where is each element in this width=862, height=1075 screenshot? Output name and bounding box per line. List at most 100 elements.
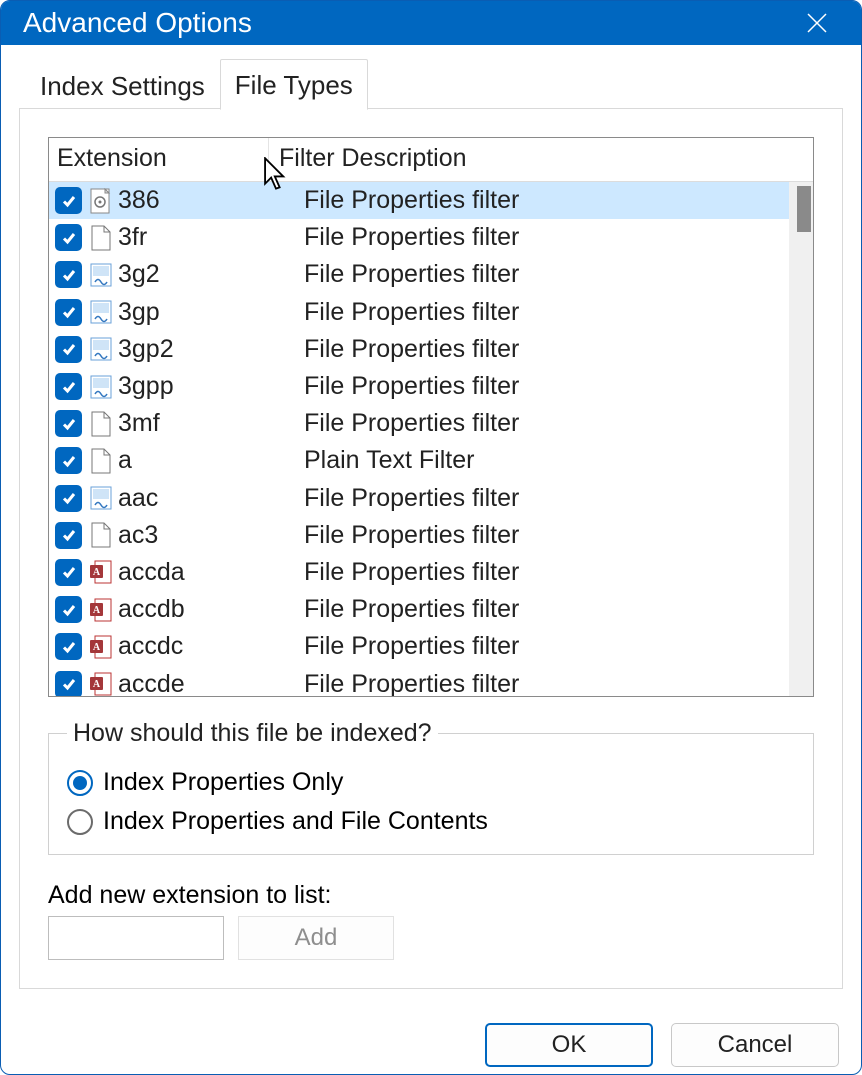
row-checkbox[interactable] bbox=[55, 447, 82, 474]
row-checkbox[interactable] bbox=[55, 187, 82, 214]
extension-cell: aac bbox=[118, 484, 294, 513]
svg-text:A: A bbox=[93, 642, 101, 653]
tab-strip: Index Settings File Types bbox=[25, 59, 843, 110]
table-row[interactable]: aPlain Text Filter bbox=[49, 442, 813, 479]
extension-cell: 3gpp bbox=[118, 372, 294, 401]
filter-cell: File Properties filter bbox=[294, 335, 813, 364]
table-row[interactable]: AaccdcFile Properties filter bbox=[49, 628, 813, 665]
table-row[interactable]: 3gpFile Properties filter bbox=[49, 294, 813, 331]
row-checkbox[interactable] bbox=[55, 336, 82, 363]
dialog-window: Advanced Options Index Settings File Typ… bbox=[0, 0, 862, 1075]
row-checkbox[interactable] bbox=[55, 559, 82, 586]
tab-file-types[interactable]: File Types bbox=[220, 59, 368, 110]
close-button[interactable] bbox=[795, 1, 839, 45]
filter-cell: File Properties filter bbox=[294, 521, 813, 550]
filter-cell: File Properties filter bbox=[294, 558, 813, 587]
add-extension-label: Add new extension to list: bbox=[48, 881, 814, 910]
table-row[interactable]: AaccdbFile Properties filter bbox=[49, 591, 813, 628]
extension-cell: 3g2 bbox=[118, 260, 294, 289]
extension-cell: accda bbox=[118, 558, 294, 587]
table-row[interactable]: 386File Properties filter bbox=[49, 182, 813, 219]
row-checkbox[interactable] bbox=[55, 299, 82, 326]
extension-cell: 3gp bbox=[118, 298, 294, 327]
table-row[interactable]: ac3File Properties filter bbox=[49, 517, 813, 554]
dialog-button-row: OK Cancel bbox=[1, 1007, 861, 1075]
filter-cell: File Properties filter bbox=[294, 409, 813, 438]
titlebar: Advanced Options bbox=[1, 1, 861, 45]
row-checkbox[interactable] bbox=[55, 633, 82, 660]
add-button[interactable]: Add bbox=[238, 916, 394, 960]
row-checkbox[interactable] bbox=[55, 261, 82, 288]
table-row[interactable]: AaccdaFile Properties filter bbox=[49, 554, 813, 591]
table-row[interactable]: 3g2File Properties filter bbox=[49, 256, 813, 293]
filter-cell: File Properties filter bbox=[294, 186, 813, 215]
extension-cell: ac3 bbox=[118, 521, 294, 550]
radio-index-properties-and-contents[interactable]: Index Properties and File Contents bbox=[67, 807, 795, 836]
column-header-filter[interactable]: Filter Description bbox=[269, 138, 813, 181]
extension-cell: accdc bbox=[118, 632, 294, 661]
table-row[interactable]: 3gppFile Properties filter bbox=[49, 368, 813, 405]
filter-cell: Plain Text Filter bbox=[294, 446, 813, 475]
media-file-icon bbox=[88, 260, 114, 290]
media-file-icon bbox=[88, 297, 114, 327]
row-checkbox[interactable] bbox=[55, 373, 82, 400]
cancel-button[interactable]: Cancel bbox=[671, 1023, 839, 1067]
filter-cell: File Properties filter bbox=[294, 484, 813, 513]
filter-cell: File Properties filter bbox=[294, 670, 813, 696]
gear-file-icon bbox=[88, 186, 114, 216]
table-row[interactable]: 3frFile Properties filter bbox=[49, 219, 813, 256]
filter-cell: File Properties filter bbox=[294, 223, 813, 252]
filter-cell: File Properties filter bbox=[294, 298, 813, 327]
extension-cell: 3mf bbox=[118, 409, 294, 438]
extension-cell: 3fr bbox=[118, 223, 294, 252]
scrollbar-track[interactable] bbox=[789, 182, 813, 696]
ok-button[interactable]: OK bbox=[485, 1023, 653, 1067]
blank-file-icon bbox=[88, 520, 114, 550]
row-checkbox[interactable] bbox=[55, 410, 82, 437]
tab-panel-file-types: Extension Filter Description 386File Pro… bbox=[19, 108, 843, 989]
row-checkbox[interactable] bbox=[55, 522, 82, 549]
blank-file-icon bbox=[88, 223, 114, 253]
list-header: Extension Filter Description bbox=[49, 138, 813, 182]
row-checkbox[interactable] bbox=[55, 224, 82, 251]
radio-index-properties-only[interactable]: Index Properties Only bbox=[67, 768, 795, 797]
access-file-icon: A bbox=[88, 557, 114, 587]
table-row[interactable]: aacFile Properties filter bbox=[49, 480, 813, 517]
window-title: Advanced Options bbox=[23, 7, 252, 39]
radio-icon bbox=[67, 770, 93, 796]
access-file-icon: A bbox=[88, 632, 114, 662]
svg-text:A: A bbox=[93, 567, 101, 578]
scrollbar-thumb[interactable] bbox=[797, 186, 811, 232]
extension-cell: a bbox=[118, 446, 294, 475]
filter-cell: File Properties filter bbox=[294, 595, 813, 624]
media-file-icon bbox=[88, 483, 114, 513]
filter-cell: File Properties filter bbox=[294, 632, 813, 661]
table-row[interactable]: AaccdeFile Properties filter bbox=[49, 665, 813, 696]
table-row[interactable]: 3gp2File Properties filter bbox=[49, 331, 813, 368]
add-extension-input[interactable] bbox=[48, 916, 224, 960]
media-file-icon bbox=[88, 372, 114, 402]
add-extension-row: Add bbox=[48, 916, 814, 960]
radio-icon bbox=[67, 809, 93, 835]
row-checkbox[interactable] bbox=[55, 671, 82, 696]
table-row[interactable]: 3mfFile Properties filter bbox=[49, 405, 813, 442]
row-checkbox[interactable] bbox=[55, 485, 82, 512]
row-checkbox[interactable] bbox=[55, 596, 82, 623]
column-header-extension[interactable]: Extension bbox=[49, 138, 269, 181]
svg-text:A: A bbox=[93, 605, 101, 616]
extension-cell: accdb bbox=[118, 595, 294, 624]
list-body: 386File Properties filter3frFile Propert… bbox=[49, 182, 813, 696]
content-area: Index Settings File Types Extension Filt… bbox=[1, 45, 861, 1007]
filter-cell: File Properties filter bbox=[294, 260, 813, 289]
tab-index-settings[interactable]: Index Settings bbox=[25, 60, 220, 110]
blank-file-icon bbox=[88, 446, 114, 476]
extension-cell: 3gp2 bbox=[118, 335, 294, 364]
indexing-options-group: How should this file be indexed? Index P… bbox=[48, 719, 814, 855]
svg-text:A: A bbox=[93, 679, 101, 690]
access-file-icon: A bbox=[88, 595, 114, 625]
file-types-list: Extension Filter Description 386File Pro… bbox=[48, 137, 814, 697]
radio-label: Index Properties Only bbox=[103, 768, 343, 797]
filter-cell: File Properties filter bbox=[294, 372, 813, 401]
extension-cell: 386 bbox=[118, 186, 294, 215]
indexing-legend: How should this file be indexed? bbox=[67, 719, 438, 748]
